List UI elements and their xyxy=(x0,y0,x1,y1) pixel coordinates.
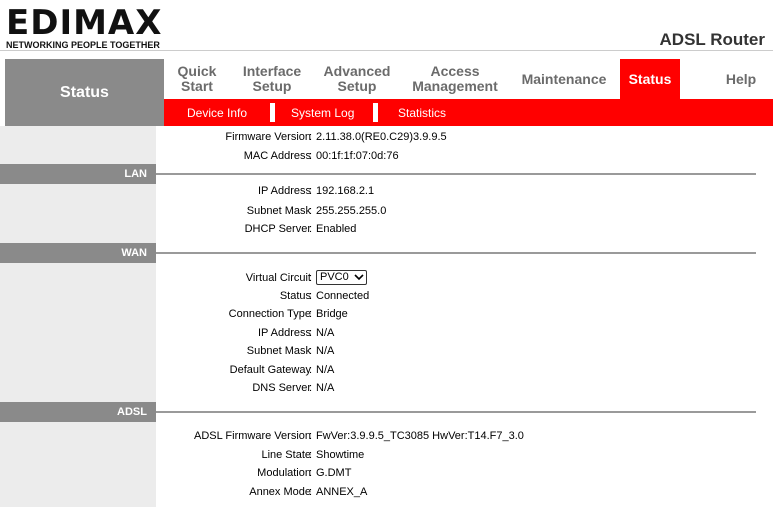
submenu-statistics[interactable]: Statistics xyxy=(398,99,446,126)
row-label: Annex Mode xyxy=(249,486,311,498)
menu-interface-setup[interactable]: Interface Setup xyxy=(239,59,305,99)
edimax-logo: EDIMAX NETWORKING PEOPLE TOGETHER xyxy=(6,6,162,50)
menu-maintenance[interactable]: Maintenance xyxy=(515,59,613,99)
info-row: IP Address: 192.168.2.1 xyxy=(258,185,375,197)
info-row: ADSL Firmware Version: FwVer:3.9.9.5_TC3… xyxy=(194,430,524,442)
wan-status-value: Connected xyxy=(316,290,370,302)
menu-access-management[interactable]: Access Management xyxy=(408,59,502,99)
lan-mask-value: 255.255.255.0 xyxy=(316,205,387,217)
lan-ip-value: 192.168.2.1 xyxy=(316,185,375,197)
wan-gateway-value: N/A xyxy=(316,364,335,376)
info-row: Subnet Mask: N/A xyxy=(246,345,335,357)
product-name: ADSL Router xyxy=(659,30,765,49)
logo-wordmark: EDIMAX xyxy=(6,3,163,43)
wan-mask-value: N/A xyxy=(316,345,335,357)
wan-ip-value: N/A xyxy=(316,327,335,339)
info-row: Firmware Version: 2.11.38.0(RE0.C29)3.9.… xyxy=(225,131,447,143)
info-row: Status: Connected xyxy=(279,290,370,302)
submenu-separator xyxy=(270,103,275,122)
submenu-device-info[interactable]: Device Info xyxy=(187,99,247,126)
menu-quick-start[interactable]: Quick Start xyxy=(168,59,226,99)
firmware-version-value: 2.11.38.0(RE0.C29)3.9.9.5 xyxy=(316,131,447,143)
row-label: MAC Address xyxy=(243,150,311,162)
section-divider xyxy=(156,173,756,175)
info-row: Subnet Mask: 255.255.255.0 xyxy=(246,205,387,217)
info-row: Default Gateway: N/A xyxy=(229,364,335,376)
info-row: Connection Type: Bridge xyxy=(228,308,348,320)
logo-tagline: NETWORKING PEOPLE TOGETHER xyxy=(6,40,160,50)
row-label: IP Address xyxy=(258,327,311,339)
row-label: DHCP Server xyxy=(244,223,311,235)
row-label: DNS Server xyxy=(252,382,311,394)
menu-status[interactable]: Status xyxy=(620,59,680,99)
info-row: Line State: Showtime xyxy=(261,449,365,461)
section-divider xyxy=(156,411,756,413)
info-row: IP Address: N/A xyxy=(258,327,335,339)
menu-help[interactable]: Help xyxy=(716,59,766,99)
sub-menu: Device Info System Log Statistics xyxy=(164,99,773,126)
row-label: Subnet Mask xyxy=(246,345,311,357)
row-label: Line State xyxy=(261,449,311,461)
row-label: Modulation xyxy=(257,467,311,479)
info-row: DHCP Server: Enabled xyxy=(244,223,357,235)
mac-address-value: 00:1f:1f:07:0d:76 xyxy=(316,150,399,162)
section-divider xyxy=(156,252,756,254)
section-adsl-label: ADSL xyxy=(0,402,156,422)
wan-conn-type-value: Bridge xyxy=(316,308,348,320)
submenu-separator xyxy=(373,103,378,122)
select-value: PVC0 xyxy=(320,271,349,283)
row-label: Firmware Version xyxy=(225,131,311,143)
wan-dns-value: N/A xyxy=(316,382,335,394)
submenu-system-log[interactable]: System Log xyxy=(291,99,354,126)
info-row: Annex Mode: ANNEX_A xyxy=(249,486,368,498)
row-label: Status xyxy=(279,290,311,302)
lan-dhcp-value: Enabled xyxy=(316,223,357,235)
row-label: IP Address xyxy=(258,185,311,197)
info-row: Modulation: G.DMT xyxy=(257,467,352,479)
row-label: Subnet Mask xyxy=(246,205,311,217)
row-label: Virtual Circuit xyxy=(245,272,311,284)
page-title: Status xyxy=(5,59,164,126)
row-label: Default Gateway xyxy=(229,364,311,376)
virtual-circuit-select[interactable]: PVC0 xyxy=(316,270,367,285)
chevron-down-icon xyxy=(354,272,364,286)
main-menu: Quick Start Interface Setup Advanced Setup … xyxy=(164,59,773,99)
section-lan-label: LAN xyxy=(0,164,156,184)
section-wan-label: WAN xyxy=(0,243,156,263)
adsl-line-state-value: Showtime xyxy=(316,449,365,461)
info-row: MAC Address: 00:1f:1f:07:0d:76 xyxy=(243,150,399,162)
info-row: Virtual Circuit: xyxy=(245,272,313,284)
adsl-annex-value: ANNEX_A xyxy=(316,486,368,498)
row-label: ADSL Firmware Version xyxy=(194,430,311,442)
adsl-modulation-value: G.DMT xyxy=(316,467,352,479)
row-label: Connection Type xyxy=(228,308,311,320)
header-divider xyxy=(0,50,773,51)
adsl-firmware-value: FwVer:3.9.9.5_TC3085 HwVer:T14.F7_3.0 xyxy=(316,430,524,442)
info-row: DNS Server: N/A xyxy=(252,382,335,394)
menu-advanced-setup[interactable]: Advanced Setup xyxy=(319,59,395,99)
